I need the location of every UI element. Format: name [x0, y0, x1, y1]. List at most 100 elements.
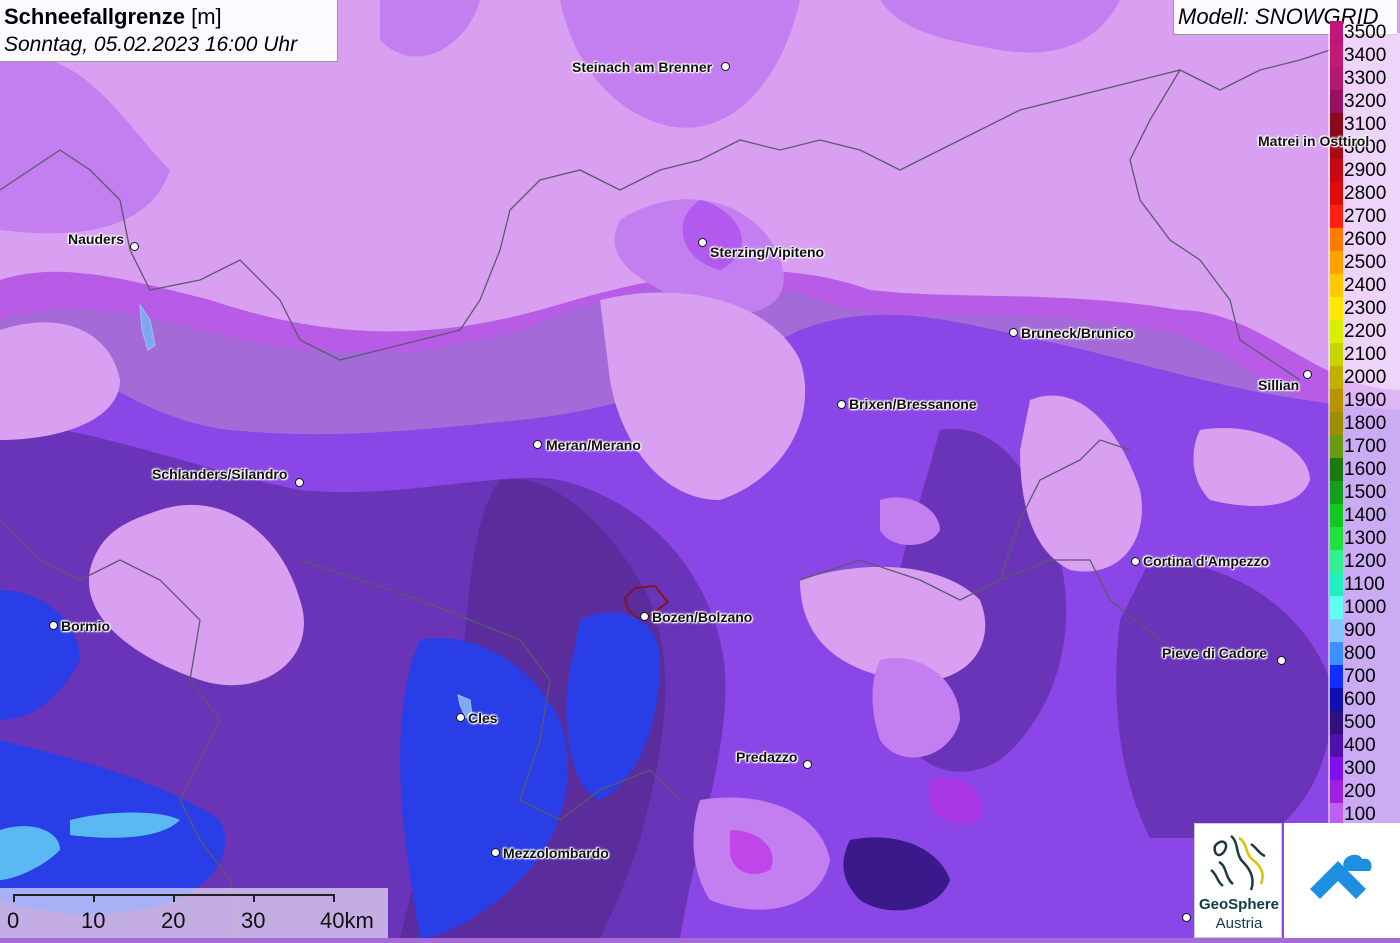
legend-row: 2100 [1328, 343, 1400, 366]
legend-label: 2100 [1344, 344, 1387, 365]
legend-label: 2300 [1344, 298, 1387, 319]
city-label[interactable]: Sterzing/Vipiteno [710, 244, 824, 260]
legend-row: 1100 [1328, 573, 1400, 596]
city-label[interactable]: Pieve di Cadore [1162, 645, 1267, 661]
legend-label: 1600 [1344, 459, 1387, 480]
legend-label: 3200 [1344, 91, 1387, 112]
legend-swatch [1330, 458, 1343, 481]
city-marker[interactable] [1131, 557, 1140, 566]
city-label[interactable]: Bozen/Bolzano [652, 609, 752, 625]
city-marker[interactable] [803, 760, 812, 769]
mountain-snow-icon [1310, 854, 1372, 899]
legend-swatch [1330, 573, 1343, 596]
legend-swatch [1330, 21, 1343, 44]
legend-row: 200 [1328, 780, 1400, 803]
city-label[interactable]: Cles [468, 710, 498, 726]
legend-swatch [1330, 67, 1343, 90]
legend-label: 900 [1344, 620, 1376, 641]
city-marker[interactable] [837, 400, 846, 409]
scale-label: 20 [161, 908, 186, 933]
legend-label: 3300 [1344, 68, 1387, 89]
legend-label: 2200 [1344, 321, 1387, 342]
city-marker[interactable] [698, 238, 707, 247]
legend-swatch [1330, 481, 1343, 504]
scale-tick [173, 894, 175, 902]
legend-label: 2700 [1344, 206, 1387, 227]
city-label[interactable]: Bormio [61, 618, 110, 634]
city-marker[interactable] [1009, 328, 1018, 337]
legend-label: 400 [1344, 735, 1376, 756]
legend-row: 800 [1328, 642, 1400, 665]
city-label[interactable]: Cortina d'Ampezzo [1143, 553, 1269, 569]
legend-row: 1400 [1328, 504, 1400, 527]
legend-label: 800 [1344, 643, 1376, 664]
legend-swatch [1330, 757, 1343, 780]
legend-label: 2000 [1344, 367, 1387, 388]
city-label[interactable]: Mezzolombardo [503, 845, 609, 861]
legend-swatch [1330, 274, 1343, 297]
legend-swatch [1330, 435, 1343, 458]
legend-row: 3300 [1328, 67, 1400, 90]
legend-row: 500 [1328, 711, 1400, 734]
legend-swatch [1330, 665, 1343, 688]
legend-row: 3200 [1328, 90, 1400, 113]
city-marker[interactable] [533, 440, 542, 449]
city-marker[interactable] [1277, 656, 1286, 665]
scale-label: 40km [320, 908, 374, 933]
legend-swatch [1330, 596, 1343, 619]
city-label[interactable]: Predazzo [736, 749, 797, 765]
city-label[interactable]: Schlanders/Silandro [152, 466, 287, 482]
legend-swatch [1330, 159, 1343, 182]
legend-swatch [1330, 780, 1343, 803]
legend-label: 300 [1344, 758, 1376, 779]
city-marker[interactable] [640, 612, 649, 621]
city-label[interactable]: Steinach am Brenner [572, 59, 712, 75]
city-marker[interactable] [130, 242, 139, 251]
legend-row: 2000 [1328, 366, 1400, 389]
legend-label: 3500 [1344, 22, 1387, 43]
legend-row: 2500 [1328, 251, 1400, 274]
legend-row: 900 [1328, 619, 1400, 642]
legend-row: 3500 [1328, 21, 1400, 44]
city-marker[interactable] [49, 621, 58, 630]
legend-swatch [1330, 320, 1343, 343]
legend-swatch [1330, 251, 1343, 274]
legend-swatch [1330, 205, 1343, 228]
legend-label: 1800 [1344, 413, 1387, 434]
legend-swatch [1330, 90, 1343, 113]
legend-label: 1000 [1344, 597, 1387, 618]
legend-row: 1300 [1328, 527, 1400, 550]
city-label[interactable]: Nauders [68, 231, 124, 247]
city-marker[interactable] [295, 478, 304, 487]
legend-label: 600 [1344, 689, 1376, 710]
legend-label: 1100 [1344, 574, 1385, 595]
legend-label: 1500 [1344, 482, 1387, 503]
legend-row: 1900 [1328, 389, 1400, 412]
legend-row: 600 [1328, 688, 1400, 711]
city-label[interactable]: Bruneck/Brunico [1021, 325, 1134, 341]
geosphere-logo[interactable]: GeoSphere Austria [1194, 823, 1282, 938]
snowgrid-logo[interactable] [1284, 823, 1400, 938]
city-label[interactable]: Sillian [1258, 377, 1299, 393]
city-marker[interactable] [491, 848, 500, 857]
legend-label: 200 [1344, 781, 1376, 802]
color-legend: 3500 3400 3300 3200 3100 3000 2900 2800 2700 2600… [1328, 21, 1400, 826]
legend-row: 2200 [1328, 320, 1400, 343]
legend-row: 1200 [1328, 550, 1400, 573]
legend-row: 3400 [1328, 44, 1400, 67]
title-box: Schneefallgrenze [m] Sonntag, 05.02.2023… [0, 0, 338, 62]
city-label[interactable]: Brixen/Bressanone [849, 396, 977, 412]
legend-row: 1500 [1328, 481, 1400, 504]
scale-label: 10 [81, 908, 106, 933]
city-marker[interactable] [1303, 370, 1312, 379]
legend-row: 2300 [1328, 297, 1400, 320]
legend-swatch [1330, 711, 1343, 734]
legend-row: 2900 [1328, 159, 1400, 182]
city-marker[interactable] [1182, 913, 1191, 922]
city-label[interactable]: Matrei in Osttirol [1258, 133, 1369, 149]
city-marker[interactable] [721, 62, 730, 71]
legend-row: 1700 [1328, 435, 1400, 458]
city-marker[interactable] [456, 713, 465, 722]
city-label[interactable]: Meran/Merano [546, 437, 641, 453]
legend-label: 2400 [1344, 275, 1387, 296]
